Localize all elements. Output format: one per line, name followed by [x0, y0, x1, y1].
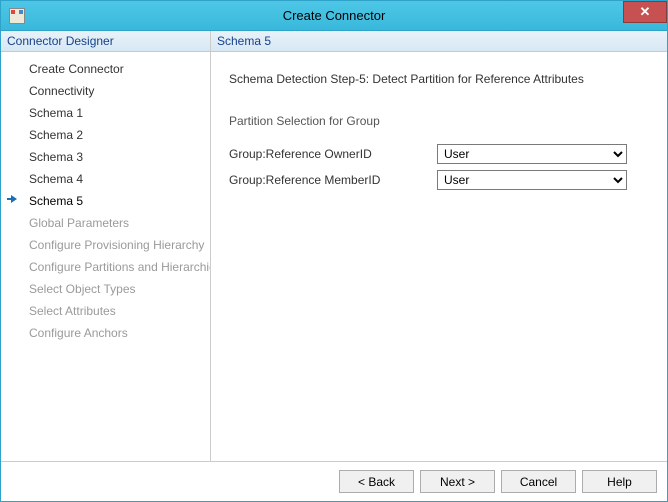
nav-item-label: Configure Provisioning Hierarchy — [29, 238, 204, 252]
nav-item-label: Schema 5 — [29, 194, 83, 208]
footer: < Back Next > Cancel Help — [1, 461, 667, 501]
sidebar-header: Connector Designer — [1, 31, 210, 52]
app-icon — [9, 8, 25, 24]
next-button[interactable]: Next > — [420, 470, 495, 493]
nav-item-label: Configure Anchors — [29, 326, 128, 340]
sidebar: Connector Designer Create Connector Conne… — [1, 31, 211, 461]
partition-select[interactable]: User — [437, 170, 627, 190]
nav-item-label: Schema 3 — [29, 150, 83, 164]
close-button[interactable]: ✕ — [623, 1, 667, 23]
help-button[interactable]: Help — [582, 470, 657, 493]
nav-item: Configure Provisioning Hierarchy — [3, 234, 208, 256]
partition-select-wrap: User — [437, 144, 627, 164]
content-area: Connector Designer Create Connector Conne… — [1, 31, 667, 461]
partition-select[interactable]: User — [437, 144, 627, 164]
nav-item-label: Global Parameters — [29, 216, 129, 230]
nav-item[interactable]: Schema 3 — [3, 146, 208, 168]
nav-item[interactable]: Create Connector — [3, 58, 208, 80]
section-title: Partition Selection for Group — [229, 114, 649, 128]
main-header: Schema 5 — [211, 31, 667, 52]
nav-list: Create Connector Connectivity Schema 1 Sche… — [1, 52, 210, 461]
nav-item: Configure Anchors — [3, 322, 208, 344]
nav-item[interactable]: Schema 1 — [3, 102, 208, 124]
main-panel: Schema 5 Schema Detection Step-5: Detect… — [211, 31, 667, 461]
nav-item[interactable]: Schema 5 — [3, 190, 208, 212]
nav-item: Select Attributes — [3, 300, 208, 322]
nav-item[interactable]: Schema 2 — [3, 124, 208, 146]
form-row: Group:Reference MemberIDUser — [229, 170, 649, 190]
nav-item: Global Parameters — [3, 212, 208, 234]
nav-item: Select Object Types — [3, 278, 208, 300]
nav-item[interactable]: Schema 4 — [3, 168, 208, 190]
titlebar: Create Connector ✕ — [1, 1, 667, 31]
nav-item[interactable]: Connectivity — [3, 80, 208, 102]
window-title: Create Connector — [1, 8, 667, 23]
form-rows: Group:Reference OwnerIDUserGroup:Referen… — [229, 144, 649, 190]
nav-item-label: Select Attributes — [29, 304, 116, 318]
nav-item-label: Connectivity — [29, 84, 94, 98]
back-button[interactable]: < Back — [339, 470, 414, 493]
close-icon: ✕ — [640, 4, 651, 20]
partition-select-wrap: User — [437, 170, 627, 190]
nav-item: Configure Partitions and Hierarchies — [3, 256, 208, 278]
form-row: Group:Reference OwnerIDUser — [229, 144, 649, 164]
nav-item-label: Create Connector — [29, 62, 124, 76]
wizard-window: Create Connector ✕ Connector Designer Cr… — [0, 0, 668, 502]
nav-item-label: Schema 1 — [29, 106, 83, 120]
form-label: Group:Reference MemberID — [229, 173, 437, 187]
cancel-button[interactable]: Cancel — [501, 470, 576, 493]
nav-item-label: Schema 2 — [29, 128, 83, 142]
nav-item-label: Schema 4 — [29, 172, 83, 186]
form-label: Group:Reference OwnerID — [229, 147, 437, 161]
nav-item-label: Select Object Types — [29, 282, 136, 296]
step-description: Schema Detection Step-5: Detect Partitio… — [229, 72, 649, 86]
nav-item-label: Configure Partitions and Hierarchies — [29, 260, 210, 274]
main-body: Schema Detection Step-5: Detect Partitio… — [211, 52, 667, 461]
